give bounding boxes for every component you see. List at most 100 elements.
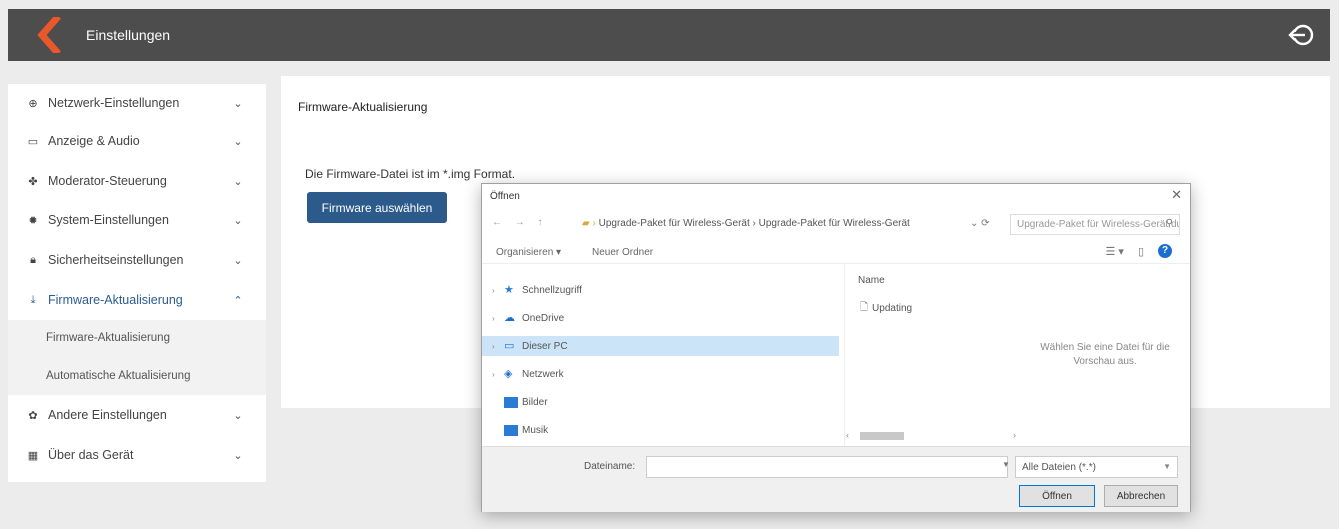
sidebar-item-about[interactable]: ▦ Über das Gerät ⌄ (8, 436, 266, 474)
organize-button[interactable]: Organisieren ▾ (496, 247, 561, 258)
sidebar-item-moderator[interactable]: ✤ Moderator-Steuerung ⌄ (8, 162, 266, 200)
moderator-icon: ✤ (28, 175, 38, 188)
address-row: ← → ↑ ▰ › Upgrade-Paket für Wireless-Ger… (482, 214, 1190, 236)
command-bar: Organisieren ▾ Neuer Ordner ☰ ▾ ▯ ? (482, 242, 1190, 264)
dialog-title: Öffnen (490, 191, 520, 202)
navigation-arrows[interactable]: ← → ↑ (492, 217, 548, 228)
sidebar-item-label: Anzeige & Audio (48, 134, 140, 148)
chevron-down-icon: ⌄ (233, 449, 243, 462)
tree-item-label: Netzwerk (522, 368, 564, 380)
breadcrumb-path: Upgrade-Paket für Wireless-Gerät › Upgra… (598, 218, 910, 229)
sidebar-item-label: Moderator-Steuerung (48, 174, 167, 188)
page-title: Einstellungen (86, 27, 171, 43)
new-folder-button[interactable]: Neuer Ordner (592, 247, 653, 258)
monitor-icon: ▭ (27, 135, 39, 148)
horizontal-scrollbar[interactable]: ‹ › (846, 430, 1016, 442)
refresh-icon[interactable]: ⌄ ⟳ (970, 218, 990, 229)
scroll-right-icon[interactable]: › (1013, 430, 1016, 440)
music-folder-icon (504, 424, 518, 436)
breadcrumb[interactable]: ▰ › Upgrade-Paket für Wireless-Gerät › U… (582, 218, 910, 229)
submenu-item-auto-update[interactable]: Automatische Aktualisierung (46, 370, 190, 382)
expand-icon: › (492, 341, 495, 351)
gear-icon: ✹ (28, 214, 38, 227)
sidebar-item-label: System-Einstellungen (48, 213, 169, 227)
sidebar-item-other[interactable]: ✿ Andere Einstellungen ⌄ (8, 396, 266, 434)
select-firmware-button[interactable]: Firmware auswählen (307, 192, 447, 223)
tree-item-network[interactable]: › ◈ Netzwerk (492, 364, 838, 384)
filename-label: Dateiname: (584, 461, 636, 472)
sidebar-item-security[interactable]: 🔒︎ Sicherheitseinstellungen ⌄ (8, 241, 266, 279)
view-controls: ☰ ▾ ▯ ? (1105, 244, 1172, 258)
tree-item-label: Musik (522, 424, 549, 436)
preview-placeholder: Wählen Sie eine Datei für die Vorschau a… (1040, 342, 1170, 367)
chevron-down-icon: ⌄ (233, 409, 243, 422)
cloud-icon: ☁ (504, 311, 515, 324)
star-icon: ★ (504, 283, 514, 296)
preview-pane-icon[interactable]: ▯ (1138, 245, 1144, 258)
submenu-item-firmware-update[interactable]: Firmware-Aktualisierung (46, 332, 170, 344)
pictures-folder-icon (504, 396, 518, 408)
tree-item-onedrive[interactable]: › ☁ OneDrive (492, 308, 838, 328)
firmware-info-text: Die Firmware-Datei ist im *.img Format. (305, 167, 516, 181)
chevron-down-icon[interactable]: ▼ (1002, 460, 1010, 469)
sidebar-item-network[interactable]: ⊕ Netzwerk-Einstellungen ⌄ (8, 84, 266, 122)
pc-icon: ▭ (504, 339, 515, 352)
sidebar-item-label: Über das Gerät (48, 448, 134, 462)
brand-logo (37, 17, 61, 53)
tree-item-quick-access[interactable]: › ★ Schnellzugriff (492, 280, 838, 300)
firmware-submenu: Firmware-Aktualisierung Automatische Akt… (8, 320, 266, 395)
file-open-dialog: Öffnen ✕ ← → ↑ ▰ › Upgrade-Paket für Wir… (481, 183, 1191, 512)
expand-icon: › (492, 369, 495, 379)
sidebar-item-label: Firmware-Aktualisierung (48, 293, 183, 307)
tree-item-pictures[interactable]: Bilder (492, 392, 838, 412)
dialog-footer: Dateiname: ▼ Alle Dateien (*.*) ▼ Öffnen… (482, 446, 1190, 512)
sidebar: ⊕ Netzwerk-Einstellungen ⌄ ▭ Anzeige & A… (8, 84, 266, 482)
chevron-down-icon: ⌄ (233, 97, 243, 110)
chevron-down-icon: ▼ (1163, 462, 1171, 471)
logout-icon[interactable] (1288, 21, 1316, 49)
tree-item-label: Schnellzugriff (522, 284, 582, 296)
help-icon[interactable]: ? (1158, 244, 1172, 258)
device-icon: ▦ (27, 449, 39, 462)
top-bar: Einstellungen (8, 9, 1330, 61)
tree-item-this-pc[interactable]: › ▭ Dieser PC (482, 336, 839, 356)
tree-item-music[interactable]: Musik (492, 420, 838, 440)
file-name: Updating (872, 303, 913, 314)
folder-icon: ▰ › (582, 218, 596, 229)
chevron-down-icon: ⌄ (233, 254, 243, 267)
pane-divider[interactable] (844, 264, 845, 446)
sidebar-item-label: Sicherheitseinstellungen (48, 253, 184, 267)
expand-icon: › (492, 313, 495, 323)
tree-item-label: Bilder (522, 396, 548, 408)
section-title: Firmware-Aktualisierung (298, 100, 428, 114)
sidebar-item-label: Andere Einstellungen (48, 408, 167, 422)
network-icon: ◈ (504, 367, 513, 380)
expand-icon: › (492, 285, 495, 295)
lock-icon: 🔒︎ (30, 253, 36, 266)
firmware-icon: ⤓ (30, 293, 36, 306)
sidebar-item-display-audio[interactable]: ▭ Anzeige & Audio ⌄ (8, 122, 266, 160)
navigation-tree: › ★ Schnellzugriff › ☁ OneDrive › ▭ Dies… (482, 270, 842, 446)
file-list-item[interactable]: 🗋︎ Updating (860, 300, 912, 317)
tree-item-label: Dieser PC (522, 340, 568, 352)
search-input[interactable]: Upgrade-Paket für Wireless-Gerät durchsu… (1010, 214, 1180, 235)
settings-icon: ✿ (28, 409, 38, 422)
file-type-value: Alle Dateien (*.*) (1022, 462, 1096, 473)
cancel-button[interactable]: Abbrechen (1104, 485, 1178, 507)
search-placeholder: Upgrade-Paket für Wireless-Gerät durchsu… (1017, 219, 1179, 230)
file-type-select[interactable]: Alle Dateien (*.*) ▼ (1015, 456, 1178, 478)
view-options-icon[interactable]: ☰ ▾ (1105, 245, 1123, 258)
chevron-down-icon: ⌄ (233, 175, 243, 188)
close-icon[interactable]: ✕ (1171, 187, 1182, 203)
sidebar-item-firmware[interactable]: ⤓ Firmware-Aktualisierung ⌃ (8, 281, 266, 319)
chevron-down-icon: ⌄ (233, 214, 243, 227)
open-button[interactable]: Öffnen (1019, 485, 1095, 507)
network-icon: ⊕ (28, 97, 38, 110)
filename-input[interactable] (646, 456, 1008, 478)
column-header-name[interactable]: Name (858, 275, 885, 286)
sidebar-item-system[interactable]: ✹ System-Einstellungen ⌄ (8, 201, 266, 239)
scroll-left-icon[interactable]: ‹ (846, 430, 849, 440)
chevron-down-icon: ⌄ (233, 135, 243, 148)
scrollbar-thumb[interactable] (860, 432, 904, 440)
file-icon: 🗋︎ (860, 302, 869, 313)
